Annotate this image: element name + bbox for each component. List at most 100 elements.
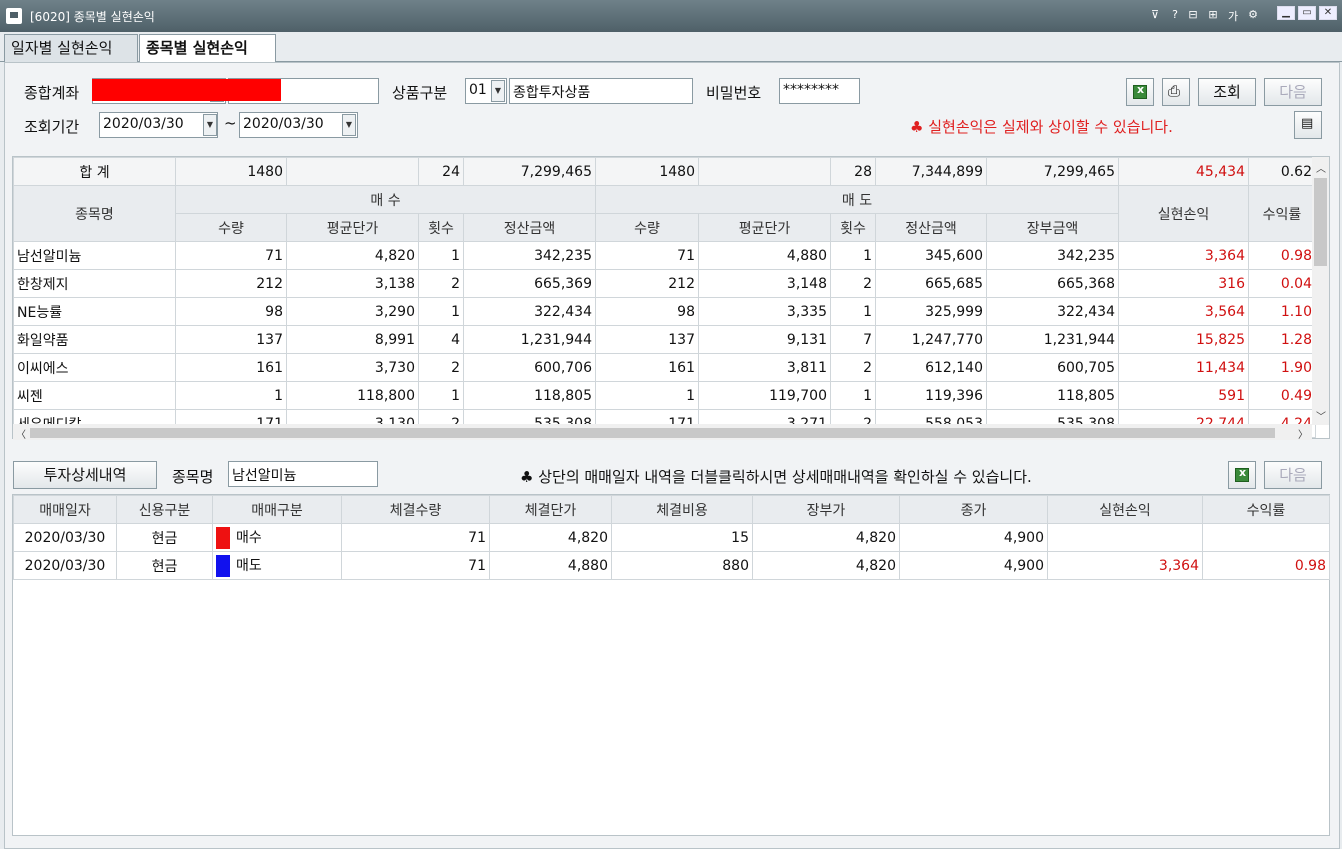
pnl-cell: 3,564 [1118,297,1249,326]
sum-label: 합 계 [13,157,176,186]
credit-type-cell: 현금 [116,551,213,580]
next-button[interactable]: 다음 [1264,78,1322,106]
table-cell: 4,880 [489,551,612,580]
table-cell: 880 [611,551,753,580]
date-from-calendar-icon[interactable]: ▼ [203,114,217,136]
vertical-scroll-thumb[interactable] [1314,178,1327,266]
pnl-cell: 3,364 [1047,551,1203,580]
scroll-down-icon[interactable]: ﹀ [1316,408,1326,423]
window-title: [6020] 종목별 실현손익 [30,10,155,24]
col-header: 장부금액 [986,213,1119,242]
detail-col-header: 체결수량 [341,495,490,524]
redaction-box [92,79,281,101]
table-cell: 1,231,944 [986,325,1119,354]
table-cell: 1 [595,381,699,410]
table-cell: 612,140 [875,353,987,382]
table-cell: 3,811 [698,353,831,382]
detail-col-header: 장부가 [752,495,900,524]
date-to-calendar-icon[interactable]: ▼ [342,114,356,136]
settings-icon[interactable]: ⚙ [1246,8,1260,21]
table-row[interactable]: 이씨에스 161 3,730 2 600,706 161 3,811 2 612,140 600,… [13,353,1316,382]
detail-button[interactable]: 투자상세내역 [13,461,157,489]
table-row[interactable]: 한창제지 212 3,138 2 665,369 212 3,148 2 665,685 665,… [13,269,1316,298]
credit-type-cell: 현금 [116,523,213,552]
table-row[interactable]: 2020/03/30 현금 매수 71 4,820 15 4,820 4,900 [13,523,1330,552]
maximize-button[interactable]: ▭ [1298,6,1316,20]
table-cell: 212 [595,269,699,298]
table-cell: 71 [175,241,287,270]
table-cell: 1 [830,241,876,270]
scroll-left-icon[interactable]: 〈 [16,426,26,441]
table-cell: 325,999 [875,297,987,326]
table-cell: 137 [175,325,287,354]
password-input[interactable]: ******** [779,78,860,104]
table-cell: 4,900 [899,551,1048,580]
detail-excel-button[interactable] [1228,461,1256,489]
scroll-up-icon[interactable]: ︿ [1316,160,1326,175]
trade-detail-grid[interactable]: 매매일자 신용구분 매매구분 체결수량 체결단가 체결비용 장부가 종가 실현손… [13,495,1330,580]
date-to-input[interactable]: 2020/03/30 [239,112,358,138]
stock-name-input[interactable]: 남선알미늄 [228,461,378,487]
query-button[interactable]: 조회 [1198,78,1256,106]
memo-button[interactable]: ▤ [1294,111,1322,139]
stock-name-cell: NE능률 [13,297,176,326]
font-icon[interactable]: 가 [1226,8,1240,24]
sum-cell [286,157,419,186]
print-icon[interactable]: ⊞ [1206,8,1220,21]
stock-pnl-grid[interactable]: 합 계 1480 24 7,299,465 1480 28 7,344,899 … [13,157,1316,438]
trade-date-cell: 2020/03/30 [13,523,117,552]
table-cell: 4,820 [752,551,900,580]
tab-daily-pnl[interactable]: 일자별 실현손익 [4,34,138,62]
sum-cell: 1480 [595,157,699,186]
pnl-cell [1047,523,1203,552]
table-row[interactable]: 씨젠 1 118,800 1 118,805 1 119,700 1 119,396 118,80… [13,381,1316,410]
sum-cell [698,157,831,186]
print-button[interactable]: ⎙ [1162,78,1190,106]
table-cell: 665,369 [463,269,596,298]
product-dropdown-icon[interactable]: ▼ [491,80,505,102]
table-cell: 600,705 [986,353,1119,382]
table-cell: 3,148 [698,269,831,298]
horizontal-scroll-thumb[interactable] [30,428,1275,438]
tab-stock-pnl[interactable]: 종목별 실현손익 [139,34,276,63]
col-header: 평균단가 [698,213,831,242]
help-icon[interactable]: ? [1168,8,1182,21]
side-color-swatch [216,526,230,549]
window-list-icon[interactable]: ⊟ [1186,8,1200,21]
detail-next-button[interactable]: 다음 [1264,461,1322,489]
table-row[interactable]: NE능률 98 3,290 1 322,434 98 3,335 1 325,999 322,43… [13,297,1316,326]
col-header: 수량 [175,213,287,242]
minimize-button[interactable]: ▁ [1277,6,1295,20]
pnl-cell: 11,434 [1118,353,1249,382]
hint-text: ♣ 상단의 매매일자 내역을 더블클릭하시면 상세매매내역을 확인하실 수 있습… [520,468,1032,486]
sum-cell: 7,299,465 [986,157,1119,186]
close-button[interactable]: ✕ [1319,6,1337,20]
col-header: 평균단가 [286,213,419,242]
col-header-pnl: 실현손익 [1118,185,1249,242]
table-cell: 1,247,770 [875,325,987,354]
table-cell: 1 [418,297,464,326]
excel-export-button[interactable] [1126,78,1154,106]
table-cell: 3,335 [698,297,831,326]
table-cell: 1 [418,241,464,270]
date-from-input[interactable]: 2020/03/30 [99,112,218,138]
side-label: 매도 [236,557,262,574]
table-row[interactable]: 화일약품 137 8,991 4 1,231,944 137 9,131 7 1,247,770… [13,325,1316,354]
link-icon[interactable]: ⊽ [1148,8,1162,21]
stock-name-cell: 이씨에스 [13,353,176,382]
rate-cell: 0.49 [1248,381,1316,410]
scroll-right-icon[interactable]: 〉 [1298,426,1308,441]
side-color-swatch [216,554,230,577]
table-row[interactable]: 2020/03/30 현금 매도 71 4,880 880 4,820 4,900 3,364 0… [13,551,1330,580]
col-header-rate: 수익률 [1248,185,1316,242]
table-cell: 4 [418,325,464,354]
rate-cell: 1.28 [1248,325,1316,354]
table-row[interactable]: 남선알미늄 71 4,820 1 342,235 71 4,880 1 345,600 342,2… [13,241,1316,270]
sum-cell: 7,299,465 [463,157,596,186]
sum-rate-cell: 0.62 [1248,157,1316,186]
table-cell: 2 [418,269,464,298]
stock-name-cell: 한창제지 [13,269,176,298]
table-cell: 3,138 [286,269,419,298]
trade-side-cell: 매도 [212,551,342,580]
table-cell: 15 [611,523,753,552]
